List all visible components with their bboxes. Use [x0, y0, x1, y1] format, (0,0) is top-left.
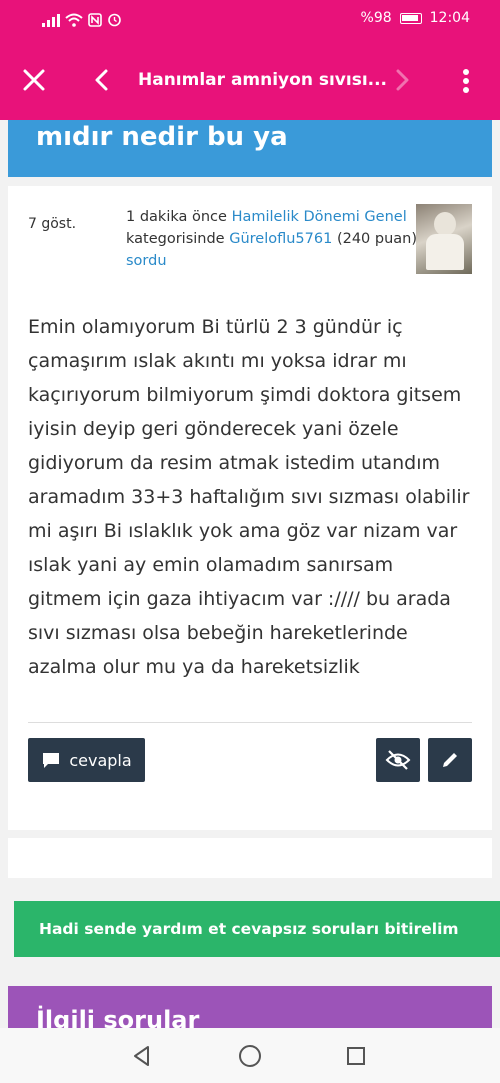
more-icon[interactable]	[456, 66, 476, 96]
nav-recents-icon[interactable]	[346, 1046, 366, 1066]
nav-back-icon[interactable]	[130, 1044, 154, 1068]
app-bar: Hanımlar amniyon sıvısı...	[0, 42, 500, 120]
meta-time: 1 dakika önce	[126, 209, 227, 225]
status-icons-left	[42, 12, 122, 27]
page-title: Hanımlar amniyon sıvısı...	[138, 70, 388, 90]
hide-button[interactable]	[376, 738, 420, 782]
clock: 12:04	[429, 10, 470, 26]
nav-home-icon[interactable]	[238, 1044, 262, 1068]
view-count: 7 göst.	[28, 216, 77, 232]
system-nav-bar	[0, 1028, 500, 1083]
category-link[interactable]: Hamilelik Dönemi Genel	[232, 209, 407, 225]
answers-placeholder	[8, 838, 492, 878]
wifi-icon	[65, 13, 83, 27]
pencil-icon	[443, 753, 457, 767]
battery-icon	[399, 12, 422, 24]
back-icon[interactable]	[88, 66, 116, 94]
author-points: (240 puan)	[336, 231, 418, 247]
eye-off-icon	[385, 750, 411, 770]
reply-label: cevapla	[69, 750, 132, 770]
unanswered-promo-button[interactable]: Hadi sende yardım et cevapsız soruları b…	[14, 901, 500, 957]
comment-icon	[43, 753, 60, 768]
avatar[interactable]	[416, 204, 472, 274]
question-title: mıdır nedir bu ya	[36, 122, 288, 152]
divider	[28, 722, 472, 723]
question-card: 7 göst. 1 dakika önce Hamilelik Dönemi G…	[8, 186, 492, 830]
battery-percent: %98	[360, 10, 392, 26]
nfc-icon	[88, 12, 102, 27]
status-bar: %98 12:04	[0, 0, 500, 42]
reply-button[interactable]: cevapla	[28, 738, 145, 782]
author-link[interactable]: Güreloflu5761	[229, 231, 332, 247]
question-meta: 1 dakika önce Hamilelik Dönemi Genel kat…	[126, 206, 418, 272]
status-icons-right: %98 12:04	[361, 10, 470, 26]
question-body: Emin olamıyorum Bi türlü 2 3 gündür iç ç…	[28, 316, 470, 678]
question-title-band: mıdır nedir bu ya	[8, 120, 492, 177]
category-suffix: kategorisinde	[126, 231, 225, 247]
edit-button[interactable]	[428, 738, 472, 782]
forward-icon[interactable]	[388, 66, 416, 94]
signal-icon	[42, 13, 60, 27]
close-icon[interactable]	[18, 64, 50, 96]
asked-link[interactable]: sordu	[126, 253, 167, 269]
alarm-icon	[108, 13, 121, 27]
